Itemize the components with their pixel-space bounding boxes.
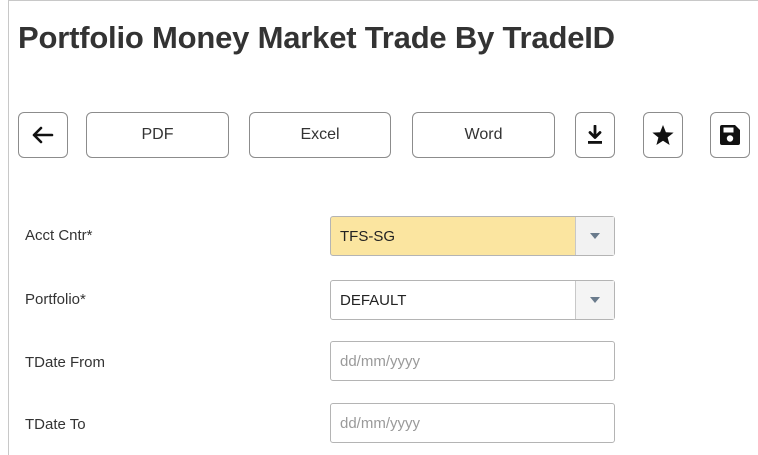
favorite-button[interactable] xyxy=(643,112,683,158)
tdate-to-row: TDate To xyxy=(0,403,758,447)
excel-button-label: Excel xyxy=(300,126,340,143)
floppy-disk-icon xyxy=(719,124,741,146)
acct-cntr-select[interactable]: TFS-SG xyxy=(330,216,615,256)
acct-cntr-value: TFS-SG xyxy=(340,228,395,245)
chevron-down-icon[interactable] xyxy=(575,217,614,255)
portfolio-label: Portfolio* xyxy=(25,291,86,308)
tdate-from-label: TDate From xyxy=(25,354,106,371)
save-button[interactable] xyxy=(710,112,750,158)
portfolio-value: DEFAULT xyxy=(340,292,407,309)
tdate-to-label: TDate To xyxy=(25,416,86,433)
download-button[interactable] xyxy=(575,112,615,158)
back-button[interactable] xyxy=(18,112,68,158)
tdate-from-row: TDate From xyxy=(0,341,758,385)
acct-cntr-row: Acct Cntr* TFS-SG xyxy=(0,214,758,258)
pdf-button[interactable]: PDF xyxy=(86,112,229,158)
page-title: Portfolio Money Market Trade By TradeID xyxy=(18,20,615,55)
download-icon xyxy=(586,125,604,145)
tdate-to-input[interactable] xyxy=(330,403,615,443)
portfolio-select[interactable]: DEFAULT xyxy=(330,280,615,320)
word-button[interactable]: Word xyxy=(412,112,555,158)
excel-button[interactable]: Excel xyxy=(249,112,391,158)
arrow-left-icon xyxy=(32,126,54,144)
acct-cntr-label: Acct Cntr* xyxy=(25,227,93,244)
star-icon xyxy=(651,124,675,147)
portfolio-row: Portfolio* DEFAULT xyxy=(0,278,758,322)
word-button-label: Word xyxy=(464,126,503,143)
toolbar: PDF Excel Word xyxy=(0,112,758,160)
pdf-button-label: PDF xyxy=(141,126,174,143)
chevron-down-icon[interactable] xyxy=(575,281,614,319)
tdate-from-input[interactable] xyxy=(330,341,615,381)
